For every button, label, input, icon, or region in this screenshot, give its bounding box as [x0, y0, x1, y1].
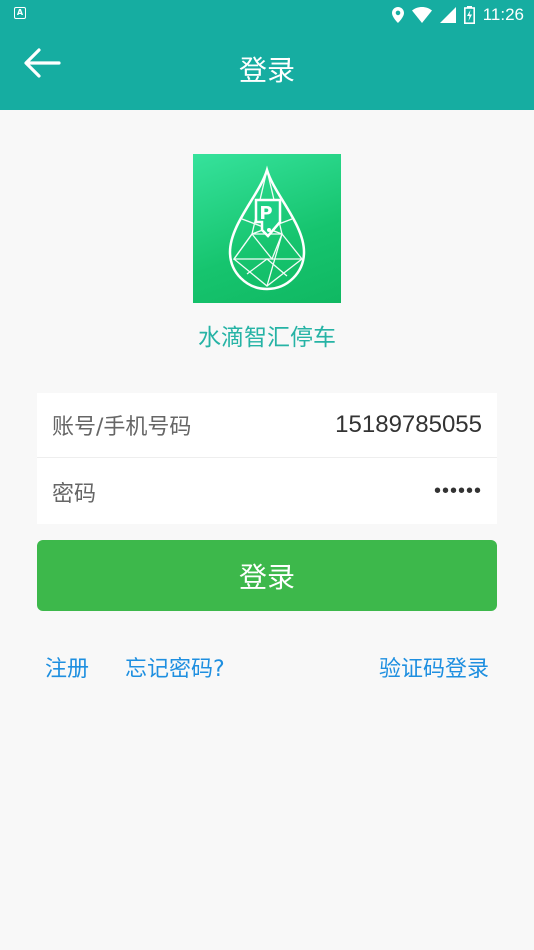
location-icon [391, 6, 404, 23]
page-title: 登录 [238, 54, 295, 87]
register-link[interactable]: 注册 [45, 651, 89, 683]
status-bar: A 11:26 [0, 0, 534, 29]
account-label: 账号/手机号码 [52, 415, 192, 440]
forgot-password-link[interactable]: 忘记密码? [125, 651, 225, 683]
sms-login-link[interactable]: 验证码登录 [379, 651, 489, 683]
password-row: 密码 [37, 459, 497, 524]
app-logo: P [193, 154, 341, 303]
notification-icon: A [14, 7, 26, 19]
app-name: 水滴智汇停车 [198, 325, 336, 351]
app-bar: 登录 [0, 29, 534, 110]
wifi-icon [411, 6, 432, 23]
svg-text:P: P [259, 203, 272, 224]
account-input[interactable] [242, 411, 482, 439]
status-time: 11:26 [482, 4, 524, 24]
status-icons: 11:26 [391, 0, 524, 29]
login-button[interactable]: 登录 [37, 540, 497, 611]
water-drop-parking-logo: P [228, 165, 306, 290]
signal-icon [439, 6, 456, 23]
battery-icon [463, 5, 475, 24]
login-form: 账号/手机号码 密码 [37, 393, 497, 524]
password-label: 密码 [52, 481, 97, 507]
account-row: 账号/手机号码 [37, 393, 497, 458]
password-input[interactable] [242, 480, 482, 503]
